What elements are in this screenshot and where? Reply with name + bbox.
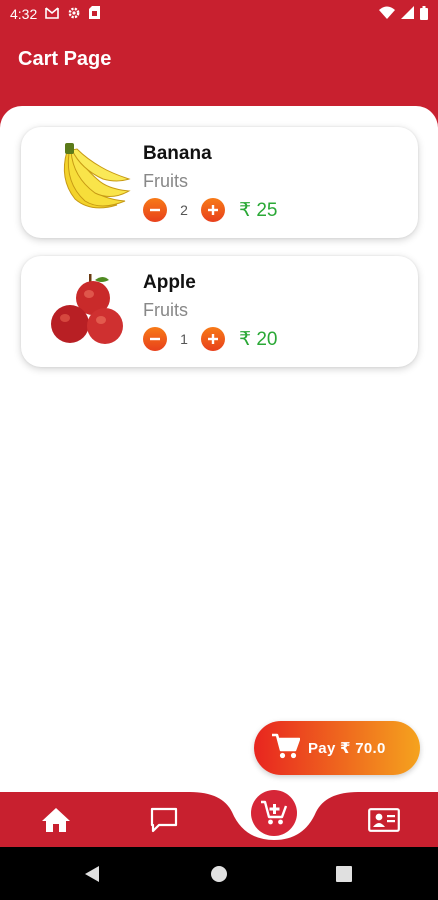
item-quantity: 2	[180, 202, 188, 218]
pay-button-label: Pay ₹ 70.0	[308, 740, 386, 757]
home-circle-icon	[211, 866, 227, 882]
nav-home[interactable]	[40, 806, 72, 834]
settings-icon	[67, 6, 81, 23]
quantity-stepper: 2 ₹ 25	[143, 198, 278, 222]
item-name: Banana	[143, 143, 212, 164]
battery-icon	[420, 5, 428, 23]
item-category: Fruits	[143, 171, 188, 191]
nav-add-to-cart[interactable]	[251, 790, 297, 836]
increase-quantity-button[interactable]	[201, 327, 225, 351]
back-triangle-icon	[85, 866, 99, 882]
contact-card-icon	[368, 808, 400, 832]
system-back-button[interactable]	[82, 864, 102, 884]
chat-icon	[150, 807, 178, 833]
status-bar: 4:32	[0, 0, 438, 28]
bottom-navigation	[0, 790, 438, 847]
cart-list: Banana Fruits 2 ₹ 25 Apple Fruits 1 ₹ 20	[0, 106, 438, 796]
plus-icon	[208, 205, 218, 215]
app-bar: Cart Page	[0, 28, 438, 106]
plus-icon	[208, 334, 218, 344]
decrease-quantity-button[interactable]	[143, 327, 167, 351]
increase-quantity-button[interactable]	[201, 198, 225, 222]
wifi-icon	[379, 6, 395, 22]
system-home-button[interactable]	[209, 864, 229, 884]
banana-icon	[45, 139, 131, 225]
nav-chat[interactable]	[148, 806, 180, 834]
nav-profile[interactable]	[368, 806, 400, 834]
cart-item-card: Banana Fruits 2 ₹ 25	[21, 127, 418, 238]
signal-icon	[401, 6, 414, 22]
system-recents-button[interactable]	[334, 864, 354, 884]
pay-button[interactable]: Pay ₹ 70.0	[254, 721, 420, 775]
home-icon	[42, 808, 70, 832]
status-time: 4:32	[10, 6, 38, 22]
item-price: ₹ 20	[239, 328, 278, 350]
sim-card-icon	[89, 6, 101, 22]
recents-square-icon	[336, 866, 352, 882]
item-name: Apple	[143, 272, 196, 293]
apple-icon	[45, 268, 131, 354]
page-title: Cart Page	[18, 48, 112, 70]
quantity-stepper: 1 ₹ 20	[143, 327, 278, 351]
gmail-icon	[45, 6, 60, 22]
add-to-cart-icon	[261, 800, 288, 825]
minus-icon	[150, 208, 160, 212]
item-category: Fruits	[143, 300, 188, 320]
item-price: ₹ 25	[239, 199, 278, 221]
minus-icon	[150, 337, 160, 341]
system-navigation-bar	[0, 847, 438, 900]
cart-icon	[272, 733, 301, 764]
cart-item-card: Apple Fruits 1 ₹ 20	[21, 256, 418, 367]
item-quantity: 1	[180, 331, 188, 347]
decrease-quantity-button[interactable]	[143, 198, 167, 222]
